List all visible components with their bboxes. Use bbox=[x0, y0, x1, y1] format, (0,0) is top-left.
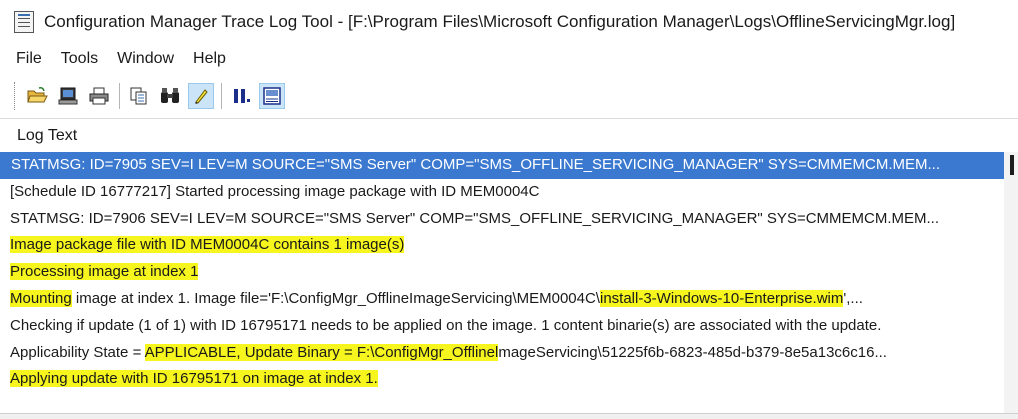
open-folder-button[interactable] bbox=[24, 83, 50, 109]
log-row-text: STATMSG: ID=7905 SEV=I LEV=M SOURCE="SMS… bbox=[11, 156, 941, 173]
scrollbar-thumb[interactable] bbox=[1010, 155, 1014, 175]
vertical-scrollbar[interactable] bbox=[1004, 152, 1018, 413]
pause-icon bbox=[234, 89, 250, 103]
log-row[interactable]: Applying update with ID 16795171 on imag… bbox=[0, 366, 1008, 393]
find-button[interactable] bbox=[157, 83, 183, 109]
log-row-text-highlighted: Image package file with ID MEM0004C cont… bbox=[10, 236, 405, 254]
pause-button[interactable] bbox=[228, 83, 254, 109]
column-header-label: Log Text bbox=[17, 126, 78, 144]
log-rows: STATMSG: ID=7905 SEV=I LEV=M SOURCE="SMS… bbox=[0, 152, 1018, 393]
print-button[interactable] bbox=[86, 83, 112, 109]
details-pane-divider[interactable] bbox=[0, 413, 1018, 419]
menu-file[interactable]: File bbox=[16, 50, 42, 68]
log-text-column-header[interactable]: Log Text bbox=[0, 119, 1018, 153]
log-row[interactable]: Processing image at index 1 bbox=[0, 259, 1008, 286]
log-row[interactable]: Mounting image at index 1. Image file='F… bbox=[0, 286, 1008, 313]
find-icon bbox=[161, 88, 179, 103]
log-row-text: image at index 1. Image file='F:\ConfigM… bbox=[71, 289, 600, 307]
log-row-text: STATMSG: ID=7906 SEV=I LEV=M SOURCE="SMS… bbox=[10, 209, 940, 227]
toolbar-separator bbox=[119, 83, 120, 109]
toolbar-grip[interactable] bbox=[14, 82, 18, 110]
highlight-icon bbox=[195, 89, 208, 104]
printer-icon bbox=[89, 87, 109, 105]
log-row-text-highlighted: Applying update with ID 16795171 on imag… bbox=[10, 370, 378, 388]
toolbar-separator bbox=[221, 83, 222, 109]
server-button[interactable] bbox=[55, 83, 81, 109]
log-row[interactable]: [Schedule ID 16777217] Started processin… bbox=[0, 179, 1008, 206]
log-row-text-highlighted: Mounting bbox=[10, 289, 72, 307]
log-row-text: ',... bbox=[843, 289, 863, 307]
log-row[interactable]: STATMSG: ID=7905 SEV=I LEV=M SOURCE="SMS… bbox=[0, 152, 1004, 179]
log-row-text: Applicability State = bbox=[10, 343, 145, 361]
error-lookup-icon bbox=[263, 87, 281, 105]
server-icon bbox=[58, 87, 78, 105]
menu-help[interactable]: Help bbox=[193, 50, 226, 68]
open-folder-icon bbox=[27, 87, 48, 103]
menu-window[interactable]: Window bbox=[117, 50, 174, 68]
log-row[interactable]: STATMSG: ID=7906 SEV=I LEV=M SOURCE="SMS… bbox=[0, 206, 1008, 233]
app-icon bbox=[14, 11, 34, 33]
menu-tools[interactable]: Tools bbox=[61, 50, 98, 68]
log-row-text: Checking if update (1 of 1) with ID 1679… bbox=[10, 316, 882, 334]
log-row-text: mageServicing\51225f6b-6823-485d-b379-8e… bbox=[498, 343, 887, 361]
log-row-text-highlighted: APPLICABLE, Update Binary = F:\ConfigMgr… bbox=[144, 343, 499, 361]
window-title: Configuration Manager Trace Log Tool - [… bbox=[44, 12, 956, 31]
log-row-text: [Schedule ID 16777217] Started processin… bbox=[10, 182, 540, 200]
log-row[interactable]: Image package file with ID MEM0004C cont… bbox=[0, 232, 1008, 259]
log-row-text-highlighted: Processing image at index 1 bbox=[10, 263, 199, 281]
log-list: Log Text STATMSG: ID=7905 SEV=I LEV=M SO… bbox=[0, 118, 1018, 419]
log-row-text-highlighted: install-3-Windows-10-Enterprise.wim bbox=[599, 289, 844, 307]
copy-button[interactable] bbox=[126, 83, 152, 109]
copy-icon bbox=[130, 87, 147, 105]
highlight-button[interactable] bbox=[188, 83, 214, 109]
log-row[interactable]: Checking if update (1 of 1) with ID 1679… bbox=[0, 313, 1008, 340]
error-lookup-button[interactable] bbox=[259, 83, 285, 109]
toolbar bbox=[14, 78, 290, 114]
menu-bar: File Tools Window Help bbox=[0, 44, 1018, 74]
log-row[interactable]: Applicability State = APPLICABLE, Update… bbox=[0, 340, 1008, 367]
title-bar: Configuration Manager Trace Log Tool - [… bbox=[0, 0, 1018, 44]
